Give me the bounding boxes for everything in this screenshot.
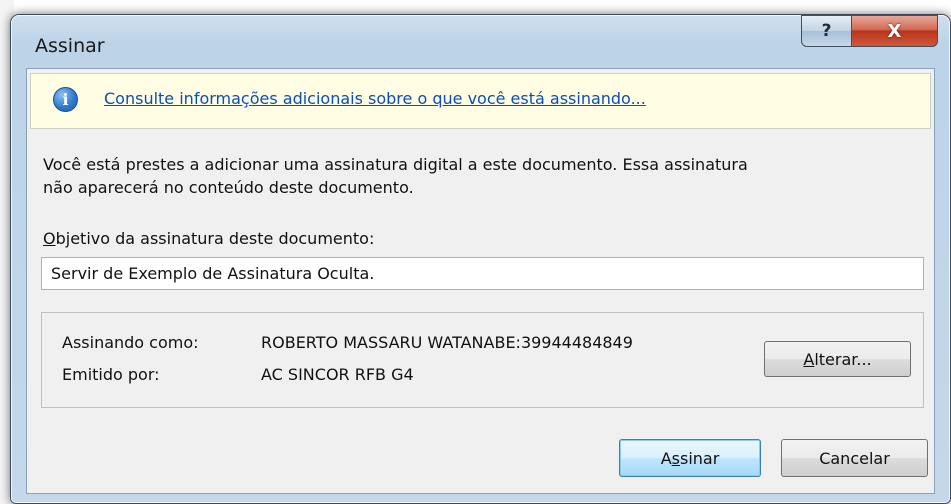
change-mnemonic: A (803, 349, 815, 369)
purpose-label-text: bjetivo da assinatura deste documento: (55, 229, 375, 248)
purpose-label-mnemonic: O (43, 229, 56, 248)
info-icon: i (53, 87, 78, 112)
description-line-1: Você está prestes a adicionar uma assina… (43, 155, 748, 174)
more-info-link[interactable]: Consulte informações adicionais sobre o … (104, 89, 646, 108)
change-certificate-button[interactable]: Alterar... (764, 341, 911, 377)
sign-label-rest: sinar (679, 448, 720, 468)
sign-dialog: Assinar ? X i Consulte informações adici… (10, 14, 951, 504)
sign-label-pre: A (660, 448, 672, 468)
sign-mnemonic: s (671, 448, 680, 468)
signing-as-label: Assinando como: (62, 333, 199, 352)
purpose-input[interactable] (41, 257, 924, 290)
signature-description: Você está prestes a adicionar uma assina… (43, 153, 923, 199)
close-button[interactable]: X (852, 15, 938, 47)
help-button[interactable]: ? (801, 15, 852, 47)
issued-by-value: AC SINCOR RFB G4 (261, 365, 414, 384)
info-bar: i Consulte informações adicionais sobre … (30, 73, 931, 129)
sign-button[interactable]: As sinar (619, 439, 761, 477)
caption-buttons: ? X (801, 15, 938, 50)
issued-by-label: Emitido por: (62, 365, 160, 384)
cancel-button[interactable]: Cancelar (781, 439, 928, 477)
signing-as-value: ROBERTO MASSARU WATANABE:39944484849 (261, 333, 633, 352)
dialog-body: i Consulte informações adicionais sobre … (26, 68, 935, 494)
dialog-title: Assinar (35, 35, 105, 57)
change-label: lterar... (814, 349, 872, 369)
description-line-2: não aparecerá no conteúdo deste document… (43, 178, 414, 197)
close-icon: X (887, 20, 902, 42)
help-icon: ? (821, 21, 832, 41)
purpose-label: Objetivo da assinatura deste documento: (43, 229, 374, 248)
